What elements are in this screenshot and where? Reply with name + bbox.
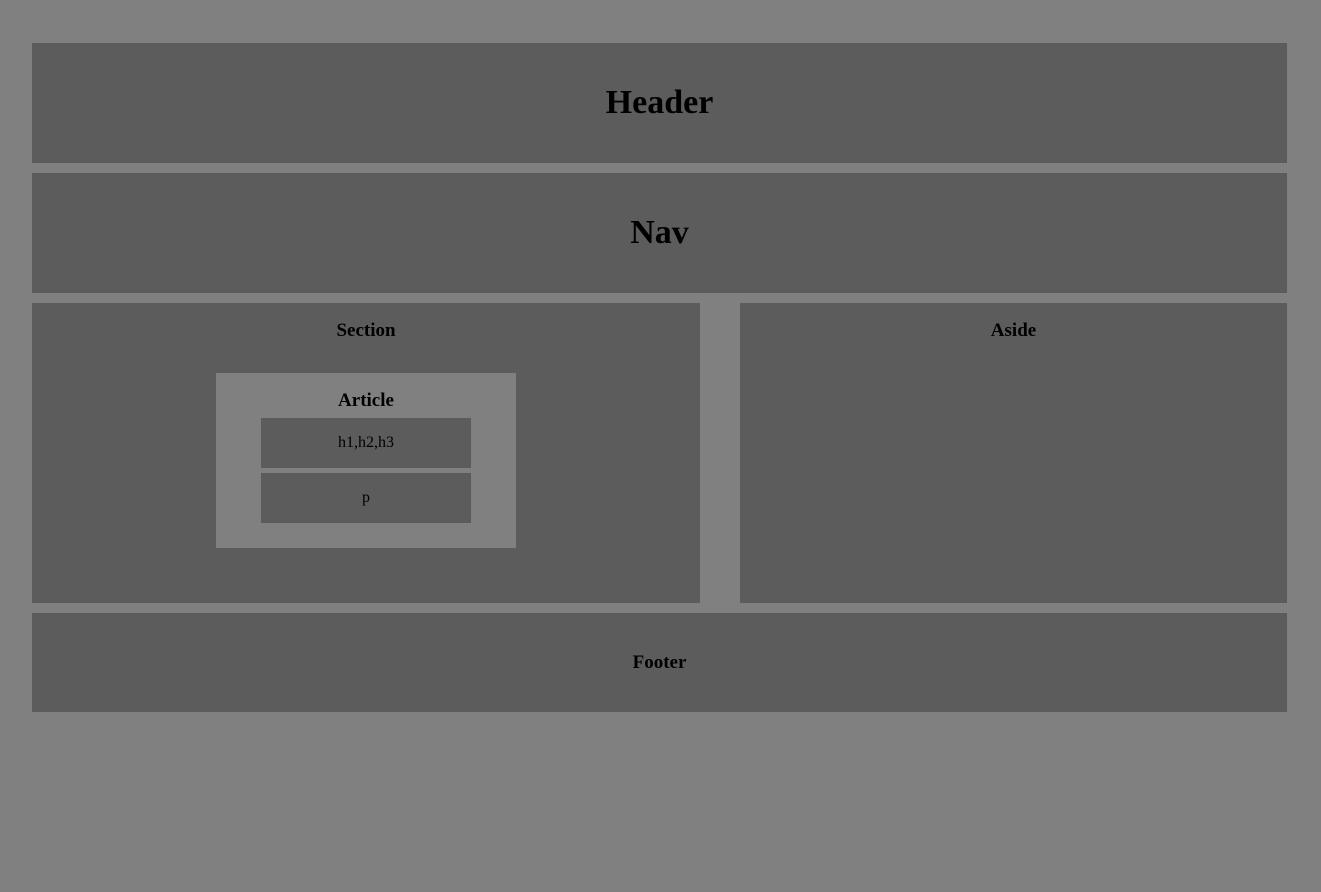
- aside-block: Aside: [740, 303, 1287, 603]
- headings-block: h1,h2,h3: [261, 418, 471, 468]
- article-block: Article h1,h2,h3 p: [216, 373, 516, 548]
- footer-block: Footer: [32, 613, 1287, 712]
- aside-label: Aside: [990, 320, 1037, 341]
- paragraph-block: p: [261, 473, 471, 523]
- header-label: Header: [605, 84, 714, 121]
- paragraph-label: p: [362, 489, 370, 506]
- section-block: Section Article h1,h2,h3 p: [32, 303, 700, 603]
- article-label: Article: [338, 390, 394, 411]
- footer-label: Footer: [632, 652, 687, 673]
- nav-block: Nav: [32, 173, 1287, 293]
- nav-label: Nav: [630, 214, 689, 251]
- section-label: Section: [336, 320, 396, 341]
- headings-label: h1,h2,h3: [338, 434, 394, 451]
- header-block: Header: [32, 43, 1287, 163]
